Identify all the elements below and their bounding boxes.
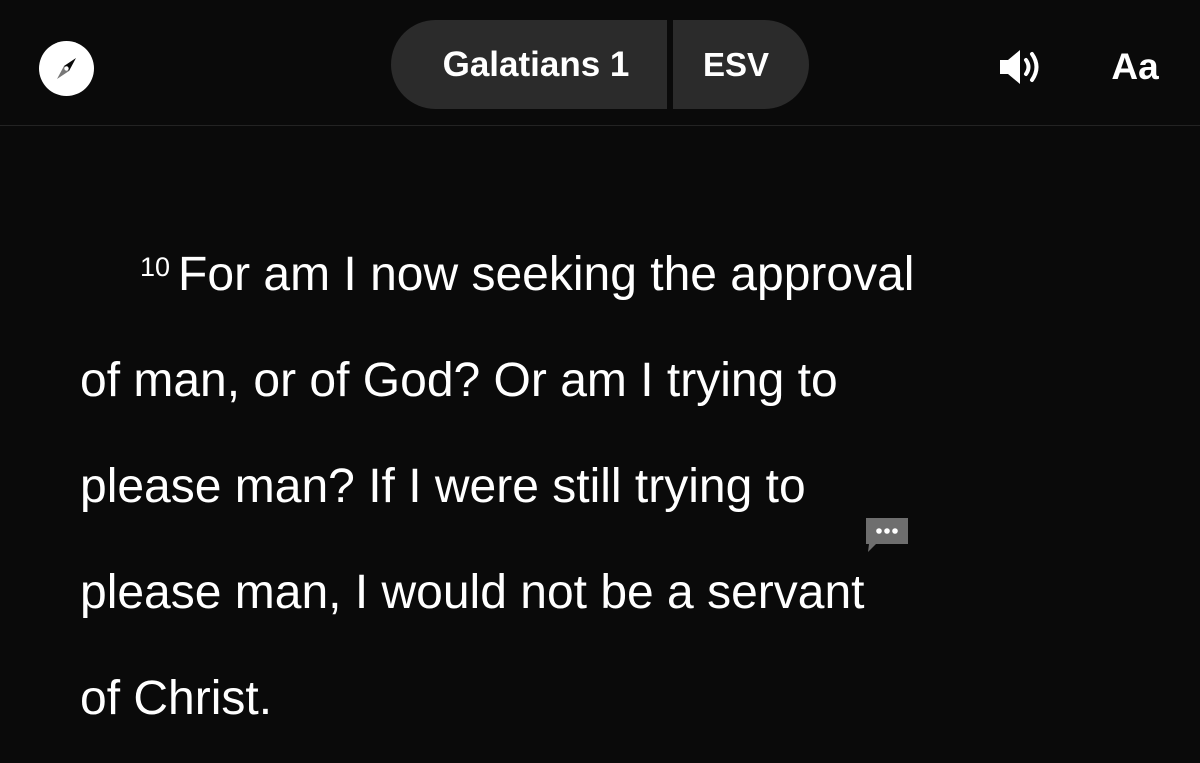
- speaker-icon[interactable]: [996, 44, 1046, 90]
- passage-line: 10 For am I now seeking the approval: [80, 222, 1080, 328]
- verse-text: of man, or of God? Or am I trying to: [80, 354, 838, 407]
- verse-text: For am I now seeking the approval: [178, 248, 915, 301]
- verse-text: of Christ.: [80, 672, 273, 725]
- passage-line: of man, or of God? Or am I trying to: [80, 328, 1080, 434]
- footnote-comment-icon[interactable]: [864, 518, 910, 608]
- verse-text: please man, I would not be a servant: [80, 566, 865, 619]
- verse-number[interactable]: 10: [140, 252, 170, 282]
- book-chapter-button[interactable]: Galatians 1: [391, 20, 667, 109]
- version-button[interactable]: ESV: [673, 20, 809, 109]
- passage-line: please man? If I were still trying to: [80, 434, 1080, 540]
- compass-icon[interactable]: [39, 41, 94, 96]
- passage-selector: Galatians 1 ESV: [391, 20, 809, 109]
- passage-text: 10 For am I now seeking the approval of m…: [80, 222, 1080, 752]
- passage-line: of Christ.: [80, 646, 1080, 752]
- passage-line: please man, I would not be a servant: [80, 518, 1080, 646]
- top-toolbar: Galatians 1 ESV Aa: [0, 0, 1200, 126]
- verse-text: please man? If I were still trying to: [80, 460, 806, 513]
- font-settings-button[interactable]: Aa: [1104, 42, 1166, 92]
